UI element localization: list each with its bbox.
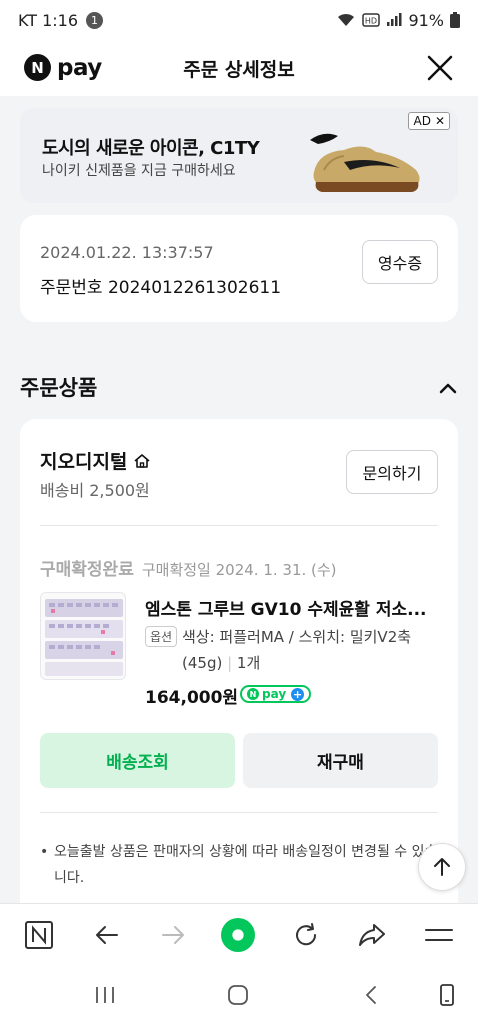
svg-text:HD: HD bbox=[365, 17, 377, 26]
green-dot-icon bbox=[221, 918, 255, 952]
scroll-to-top-button[interactable] bbox=[418, 843, 466, 891]
keyboard-image bbox=[45, 599, 123, 676]
delivery-notice: 오늘출발 상품은 판매자의 상황에 따라 배송일정이 변경될 수 있습니다. bbox=[40, 839, 440, 891]
product-thumbnail[interactable] bbox=[40, 592, 126, 680]
page-title: 주문 상세정보 bbox=[183, 59, 295, 81]
order-info-card: 2024.01.22. 13:37:57 주문번호 20240122613026… bbox=[20, 215, 458, 322]
share-button[interactable] bbox=[355, 918, 389, 952]
seller-link[interactable]: 지오디지털 bbox=[40, 447, 151, 474]
order-datetime: 2024.01.22. 13:37:57 bbox=[40, 243, 214, 262]
carrier-time: KT 1:16 bbox=[18, 10, 79, 30]
refresh-button[interactable] bbox=[289, 918, 323, 952]
wifi-icon bbox=[338, 13, 355, 26]
receipt-button[interactable]: 영수증 bbox=[362, 240, 438, 284]
home-square-icon bbox=[228, 985, 248, 1005]
quantity: 1개 bbox=[236, 654, 261, 672]
option-detail: 색상: 퍼플러MA / 스위치: 밀키V2축(45g) bbox=[182, 628, 412, 672]
track-delivery-button[interactable]: 배송조회 bbox=[40, 733, 235, 788]
close-icon bbox=[427, 55, 453, 81]
purchase-status-label: 구매확정완료 bbox=[40, 560, 134, 580]
home-icon bbox=[134, 453, 150, 468]
header: N pay 주문 상세정보 bbox=[0, 40, 478, 96]
recent-apps-icon bbox=[96, 987, 114, 1003]
npay-n-icon: N bbox=[247, 688, 259, 700]
ad-banner[interactable]: 도시의 새로운 아이콘, C1TY 나이키 신제품을 지금 구매하세요 AD ✕ bbox=[20, 108, 458, 203]
rebuy-button[interactable]: 재구매 bbox=[243, 733, 438, 788]
forward-button[interactable] bbox=[156, 918, 190, 952]
hamburger-menu-icon bbox=[425, 929, 453, 941]
menu-button[interactable] bbox=[422, 918, 456, 952]
naver-n-icon bbox=[25, 921, 53, 949]
npay-plus-text: pay bbox=[262, 687, 287, 701]
chevron-left-icon bbox=[366, 986, 376, 1004]
plus-icon: + bbox=[291, 687, 305, 701]
ad-badge[interactable]: AD ✕ bbox=[408, 112, 450, 130]
arrow-left-icon bbox=[96, 926, 118, 944]
system-navigation-bar bbox=[0, 965, 478, 1024]
sneaker-image bbox=[310, 133, 420, 192]
product-option: 색상: 퍼플러MA / 스위치: 밀키V2축(45g) | 1개 bbox=[182, 628, 412, 672]
ordered-items-card: 지오디지털 배송비 2,500원 문의하기 구매확정완료 구매확정일 2024.… bbox=[20, 419, 458, 919]
section-title-ordered-items: 주문상품 bbox=[20, 376, 98, 400]
phone-rotate-button[interactable] bbox=[434, 982, 460, 1008]
purchase-status: 구매확정완료 구매확정일 2024. 1. 31. (수) bbox=[40, 555, 337, 580]
option-tag: 옵션 bbox=[145, 626, 178, 647]
back-button[interactable] bbox=[90, 918, 124, 952]
battery-percent: 91% bbox=[408, 10, 444, 30]
system-back-button[interactable] bbox=[359, 982, 385, 1008]
chevron-up-icon bbox=[439, 383, 457, 394]
browser-toolbar bbox=[0, 903, 478, 965]
divider bbox=[40, 525, 438, 526]
status-bar: KT 1:16 1 HD 91% bbox=[0, 0, 478, 40]
recent-apps-button[interactable] bbox=[92, 982, 118, 1008]
ad-title: 도시의 새로운 아이콘, C1TY bbox=[42, 138, 260, 159]
battery-icon bbox=[450, 12, 460, 28]
ad-subtitle: 나이키 신제품을 지금 구매하세요 bbox=[42, 163, 236, 179]
hd-icon: HD bbox=[362, 13, 381, 27]
share-icon bbox=[359, 924, 385, 946]
inquiry-button[interactable]: 문의하기 bbox=[346, 450, 438, 494]
naver-home-button[interactable] bbox=[22, 918, 56, 952]
product-price: 164,000원 bbox=[145, 688, 239, 708]
signal-icon bbox=[387, 13, 402, 26]
green-dot-button[interactable] bbox=[221, 918, 255, 952]
ad-close-icon[interactable]: ✕ bbox=[435, 114, 445, 128]
collapse-section-button[interactable] bbox=[438, 378, 458, 398]
notification-count-badge: 1 bbox=[86, 11, 104, 29]
refresh-icon bbox=[296, 923, 317, 946]
order-number: 주문번호 2024012261302611 bbox=[40, 278, 282, 298]
arrow-up-icon bbox=[434, 858, 450, 876]
npay-plus-badge: N pay + bbox=[240, 685, 312, 703]
shipping-fee: 배송비 2,500원 bbox=[40, 481, 150, 500]
seller-name: 지오디지털 bbox=[40, 451, 128, 473]
home-button[interactable] bbox=[225, 982, 251, 1008]
close-button[interactable] bbox=[424, 52, 456, 84]
ad-label: AD bbox=[413, 114, 431, 128]
divider bbox=[40, 812, 438, 813]
purchase-confirm-date: 구매확정일 2024. 1. 31. (수) bbox=[141, 561, 337, 579]
arrow-right-icon bbox=[162, 926, 184, 944]
product-name[interactable]: 엠스톤 그루브 GV10 수제윤활 저소... bbox=[145, 595, 440, 620]
phone-icon bbox=[440, 984, 454, 1006]
